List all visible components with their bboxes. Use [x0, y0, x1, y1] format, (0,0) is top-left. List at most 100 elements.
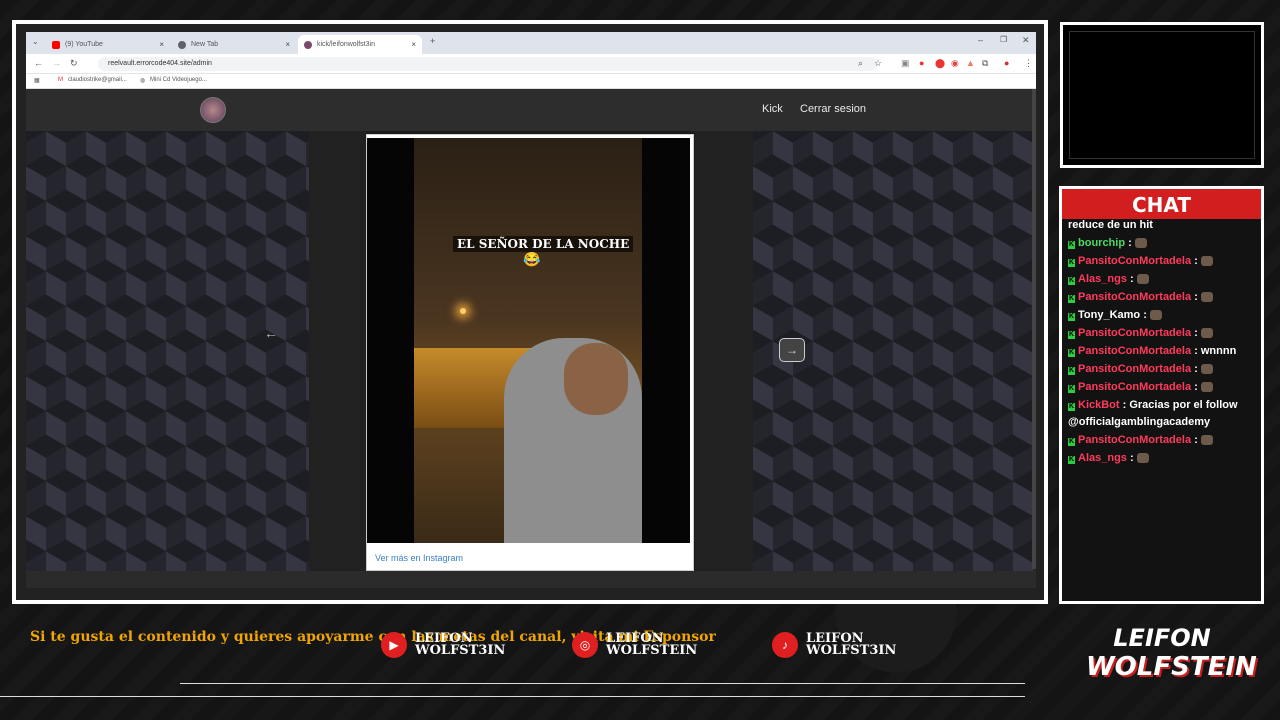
chat-username[interactable]: PansitoConMortadela — [1078, 345, 1191, 357]
bookmarks-bar: ▦ M claudiostrike@gmail... ◍ Mini Cd Vid… — [26, 74, 1036, 89]
chat-panel: CHAT reduce de un hit Kbourchip : K Pansit… — [1059, 186, 1264, 604]
tab-kick-admin[interactable]: kick/leifonwolfst3in × — [298, 35, 422, 54]
tab-bar: ⌄ (9) YouTube × New Tab × kick/leifonwol… — [26, 32, 1036, 54]
youtube-icon: ▶ — [381, 632, 407, 658]
previous-arrow-icon[interactable]: ← — [264, 325, 278, 341]
forward-icon[interactable]: → — [52, 58, 61, 68]
chat-separator: : — [1191, 255, 1201, 267]
next-arrow-button[interactable]: → — [779, 338, 805, 362]
tab-youtube[interactable]: (9) YouTube × — [46, 35, 170, 54]
chat-message: K Tony_Kamo : — [1068, 307, 1260, 324]
chat-title: CHAT — [1132, 193, 1191, 217]
restore-icon[interactable]: ❐ — [1000, 35, 1007, 44]
emote-icon — [1200, 364, 1213, 375]
chat-username[interactable]: PansitoConMortadela — [1078, 291, 1191, 303]
social-tiktok: ♪ LEIFON WOLFST3IN — [772, 632, 896, 658]
chat-username[interactable]: PansitoConMortadela — [1078, 255, 1191, 267]
page-scrollbar[interactable] — [1032, 89, 1036, 569]
site-logo[interactable] — [200, 97, 226, 123]
chat-username[interactable]: Tony_Kamo — [1078, 309, 1140, 321]
chat-message: K PansitoConMortadela : — [1068, 289, 1260, 306]
chat-username[interactable]: Alas_ngs — [1078, 273, 1127, 285]
tab-label: New Tab — [191, 41, 219, 48]
screen-capture-frame: ⌄ (9) YouTube × New Tab × kick/leifonwol… — [12, 20, 1048, 604]
kick-badge-icon: K — [1068, 385, 1075, 393]
browser-window: ⌄ (9) YouTube × New Tab × kick/leifonwol… — [26, 32, 1036, 588]
chat-separator: : — [1191, 434, 1201, 446]
metamask-icon[interactable]: ▲ — [966, 58, 975, 68]
window-close-icon[interactable]: ✕ — [1022, 35, 1030, 46]
tab-search-icon[interactable]: ⌄ — [32, 37, 39, 46]
chrome-icon — [178, 40, 186, 49]
extension-icon[interactable]: ▣ — [901, 58, 910, 69]
apps-grid-icon[interactable]: ▦ — [34, 77, 40, 84]
chat-separator: : — [1191, 291, 1201, 303]
tab-new-tab[interactable]: New Tab × — [172, 35, 296, 54]
logo-line1: LEIFON — [1113, 624, 1211, 652]
instagram-link[interactable]: Ver más en Instagram — [375, 553, 463, 563]
bookmark-star-icon[interactable]: ☆ — [874, 58, 882, 69]
chat-separator: : — [1191, 363, 1201, 375]
chat-separator: : — [1191, 381, 1201, 393]
chat-username[interactable]: KickBot — [1078, 399, 1120, 411]
bookmark-item[interactable]: claudiostrike@gmail... — [68, 77, 127, 83]
logo-line2: WOLFSTEIN — [1086, 652, 1257, 682]
emote-icon — [1149, 310, 1162, 321]
emote-icon — [1200, 328, 1213, 339]
chat-username[interactable]: PansitoConMortadela — [1078, 434, 1191, 446]
chat-text: reduce de un hit — [1068, 219, 1153, 231]
kick-badge-icon: K — [1068, 313, 1075, 321]
menu-kebab-icon[interactable]: ⋮ — [1024, 58, 1033, 69]
video-person-head — [564, 343, 628, 415]
instagram-embed: EL SEÑOR DE LA NOCHE 😂 Ver más en Instag… — [366, 134, 694, 571]
extension-icon[interactable]: ⬤ — [935, 58, 945, 69]
opera-icon[interactable]: ◉ — [951, 58, 959, 69]
kick-badge-icon: K — [1068, 349, 1075, 357]
video-caption: EL SEÑOR DE LA NOCHE — [453, 236, 634, 252]
chat-message: K PansitoConMortadela : — [1068, 432, 1260, 449]
kick-badge-icon: K — [1068, 259, 1075, 267]
emote-icon — [1136, 453, 1149, 464]
url-field[interactable]: reelvault.errorcode404.site/admin — [98, 57, 878, 71]
kick-badge-icon: K — [1068, 403, 1075, 411]
chat-message-list: reduce de un hit Kbourchip : K PansitoConM… — [1068, 217, 1260, 468]
site-icon — [304, 40, 312, 49]
chat-username[interactable]: PansitoConMortadela — [1078, 327, 1191, 339]
close-icon[interactable]: × — [285, 40, 290, 49]
laughing-emoji-icon: 😂 — [523, 251, 541, 267]
nav-link-kick[interactable]: Kick — [762, 103, 783, 115]
chat-separator: : — [1140, 309, 1150, 321]
nav-link-logout[interactable]: Cerrar sesion — [800, 103, 866, 115]
reload-icon[interactable]: ↻ — [70, 58, 78, 69]
social-youtube: ▶ LEIFON WOLFST3IN — [381, 632, 505, 658]
address-bar: ← → ↻ reelvault.errorcode404.site/admin … — [26, 54, 1036, 74]
emote-icon — [1200, 256, 1213, 267]
profile-avatar-icon[interactable]: ● — [1004, 58, 1009, 68]
close-icon[interactable]: × — [411, 40, 416, 49]
close-icon[interactable]: × — [159, 40, 164, 49]
tiktok-icon: ♪ — [772, 632, 798, 658]
minimize-icon[interactable]: – — [978, 35, 983, 45]
video-player[interactable]: EL SEÑOR DE LA NOCHE 😂 — [367, 138, 690, 543]
bookmark-item[interactable]: Mini Cd Videojuego... — [150, 77, 207, 83]
instagram-icon: ◎ — [572, 632, 598, 658]
new-tab-icon[interactable]: + — [430, 36, 435, 46]
webcam-frame — [1060, 22, 1264, 168]
social-instagram: ◎ LEIFON WOLFSTEIN — [572, 632, 697, 658]
stream-overlay: ⌄ (9) YouTube × New Tab × kick/leifonwol… — [0, 0, 1280, 720]
webcam-feed — [1069, 31, 1255, 159]
chat-username[interactable]: PansitoConMortadela — [1078, 381, 1191, 393]
extension-icon[interactable]: ● — [919, 58, 924, 68]
chat-message: reduce de un hit — [1068, 217, 1260, 234]
kick-badge-icon: K — [1068, 295, 1075, 303]
emote-icon — [1200, 292, 1213, 303]
chat-username[interactable]: PansitoConMortadela — [1078, 363, 1191, 375]
chat-username[interactable]: bourchip — [1078, 237, 1125, 249]
back-icon[interactable]: ← — [34, 58, 43, 68]
extensions-puzzle-icon[interactable]: ⧉ — [982, 58, 988, 69]
chat-username[interactable]: Alas_ngs — [1078, 452, 1127, 464]
chat-message: K PansitoConMortadela : — [1068, 379, 1260, 396]
chat-separator: : — [1125, 237, 1135, 249]
zoom-icon[interactable]: ⌕ — [858, 58, 863, 69]
footer-divider — [0, 683, 1025, 697]
